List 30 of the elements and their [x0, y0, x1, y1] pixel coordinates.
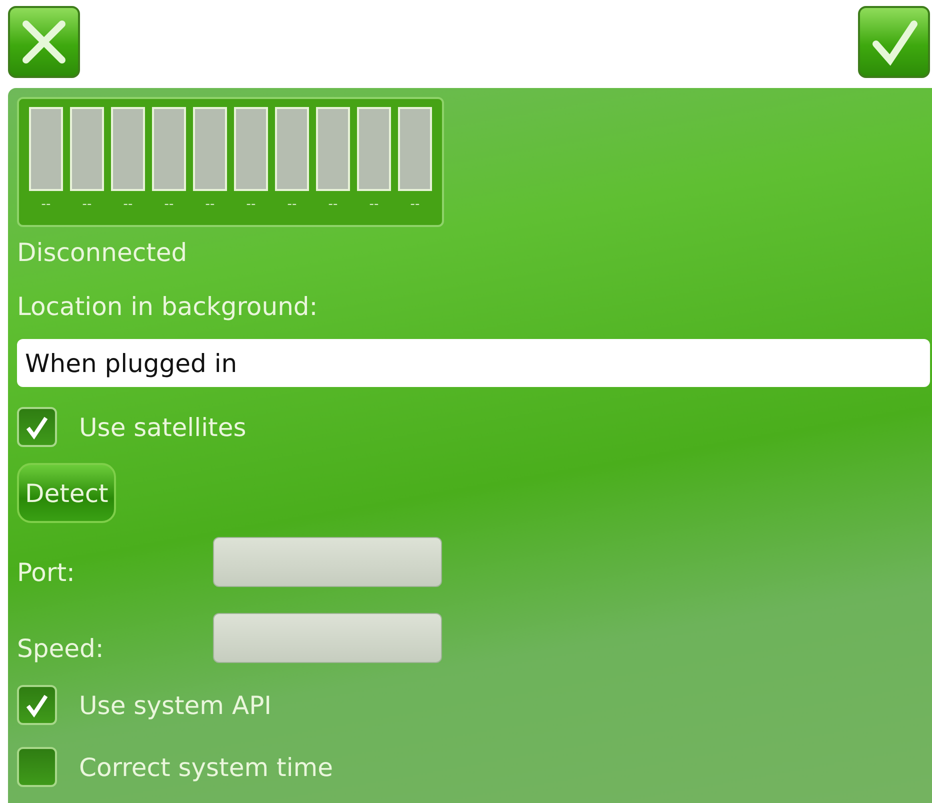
signal-value: --: [82, 197, 92, 212]
signal-value: --: [41, 197, 51, 212]
checkbox[interactable]: [17, 747, 57, 787]
signal-value: --: [164, 197, 174, 212]
cancel-button[interactable]: [8, 6, 80, 78]
signal-value: --: [328, 197, 338, 212]
location-label: Location in background:: [17, 291, 318, 323]
checkbox[interactable]: [17, 685, 57, 725]
checkbox-label: Use system API: [79, 690, 272, 720]
input-field[interactable]: [213, 613, 442, 663]
signal-value: --: [410, 197, 420, 212]
input-field[interactable]: [213, 537, 442, 587]
checkbox-label: Correct system time: [79, 752, 334, 782]
signal-value: --: [287, 197, 297, 212]
field-label: Port:: [17, 558, 76, 586]
checkmark-icon: [24, 414, 50, 440]
checkbox[interactable]: [17, 407, 57, 447]
check-icon: [870, 18, 918, 66]
location-dropdown[interactable]: When plugged in: [17, 339, 930, 387]
signal-value: --: [123, 197, 133, 212]
status-text: Disconnected: [17, 237, 188, 269]
detect-button[interactable]: Detect: [17, 463, 116, 523]
field-label: Speed:: [17, 634, 105, 662]
signal-value: --: [246, 197, 256, 212]
signal-value: --: [205, 197, 215, 212]
checkmark-icon: [24, 692, 50, 718]
close-icon: [20, 18, 68, 66]
checkbox-label: Use satellites: [79, 412, 246, 442]
confirm-button[interactable]: [858, 6, 930, 78]
signal-value: --: [369, 197, 379, 212]
